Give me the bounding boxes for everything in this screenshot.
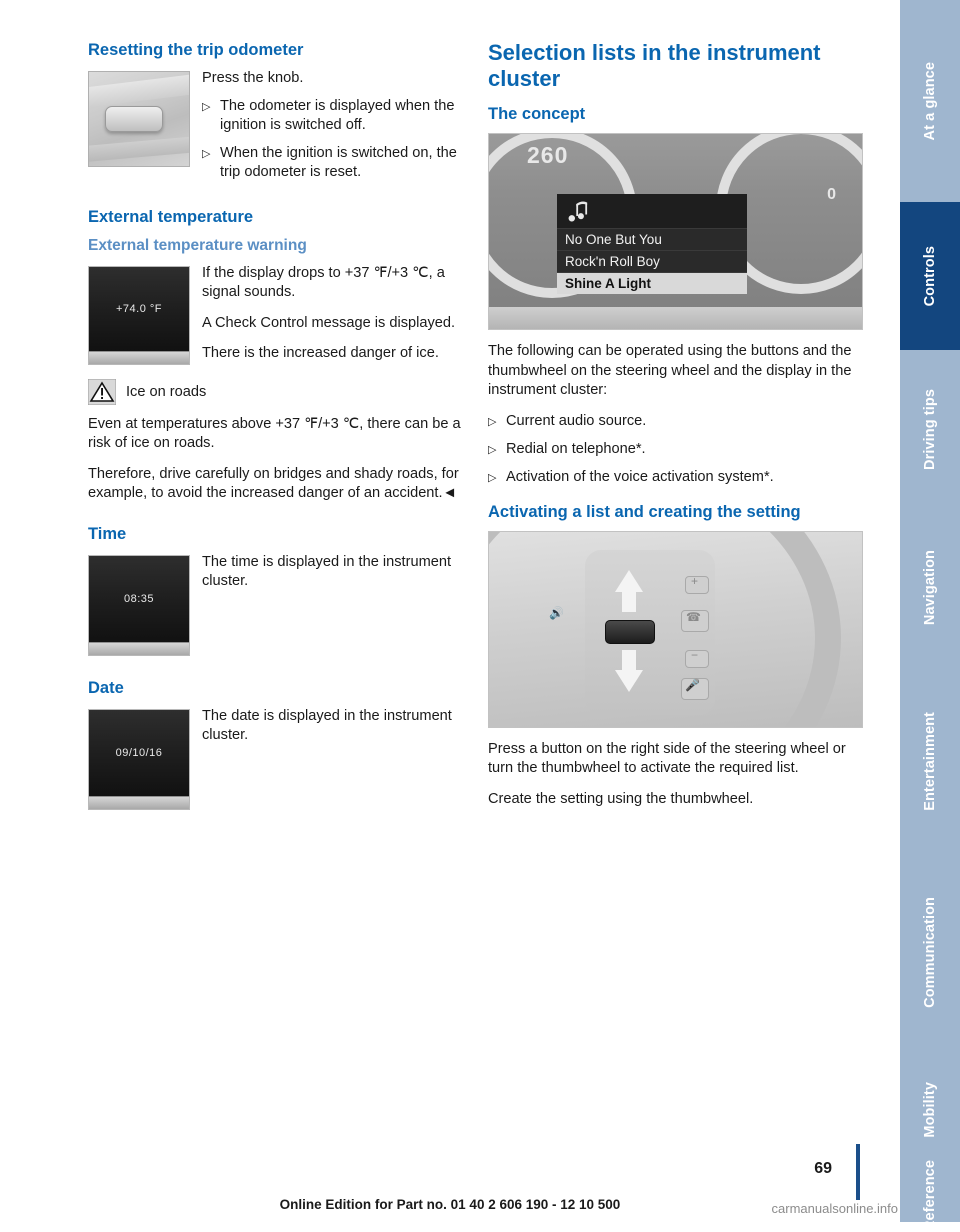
tab-communication[interactable]: Communication bbox=[900, 854, 960, 1050]
time-block: 08:35 The time is displayed in the instr… bbox=[88, 553, 463, 662]
scroll-down-arrow-stem bbox=[622, 649, 636, 672]
heading-date: Date bbox=[88, 678, 124, 697]
tab-label: Mobility bbox=[922, 1082, 938, 1138]
heading-the-concept: The concept bbox=[488, 105, 586, 123]
temperature-display-value: +74.0 °F bbox=[89, 266, 189, 351]
concept-bullet-2: ▷ Redial on telephone*. bbox=[488, 440, 863, 460]
triangle-bullet-icon: ▷ bbox=[488, 471, 497, 484]
reset-bullet-2-text: When the ignition is switched on, the tr… bbox=[220, 144, 457, 181]
watermark: carmanualsonline.info bbox=[771, 1201, 898, 1216]
display-base bbox=[89, 641, 189, 655]
audio-selection-list: No One But You Rock'n Roll Boy Shine A L… bbox=[557, 194, 747, 294]
left-column: Resetting the trip odometer Press the kn… bbox=[88, 40, 463, 816]
date-display: 09/10/16 bbox=[88, 708, 190, 810]
concept-bullet-1: ▷ Current audio source. bbox=[488, 412, 863, 432]
tab-reference[interactable]: Reference bbox=[900, 1160, 960, 1232]
speed-value: 260 bbox=[527, 142, 569, 168]
phone-icon: ☎ bbox=[686, 609, 701, 624]
date-display-value: 09/10/16 bbox=[89, 709, 189, 796]
thumbwheel bbox=[605, 619, 655, 644]
temperature-display: +74.0 °F bbox=[88, 265, 190, 365]
tab-entertainment[interactable]: Entertainment bbox=[900, 668, 960, 854]
concept-bullet-2-text: Redial on telephone*. bbox=[506, 440, 646, 457]
triangle-bullet-icon: ▷ bbox=[488, 415, 497, 428]
page-edge-marker bbox=[856, 1144, 860, 1200]
steering-wheel-image: + − ☎ 🎤 🔊 bbox=[489, 531, 862, 727]
activating-paragraph-1: Press a button on the right side of the … bbox=[488, 740, 846, 777]
scroll-up-arrow-icon bbox=[615, 569, 643, 592]
knob-shadow bbox=[89, 133, 189, 163]
heading-selection-lists: Selection lists in the instrument cluste… bbox=[488, 40, 821, 91]
list-item: No One But You bbox=[557, 228, 747, 250]
list-item-selected: Shine A Light bbox=[557, 272, 747, 294]
audio-source-icon bbox=[557, 194, 747, 228]
page-number: 69 bbox=[814, 1160, 832, 1177]
heading-external-temperature-warning: External temperature warning bbox=[88, 236, 307, 254]
tab-navigation[interactable]: Navigation bbox=[900, 508, 960, 668]
triangle-bullet-icon: ▷ bbox=[202, 147, 211, 160]
tab-label: Controls bbox=[922, 245, 938, 307]
tab-label: Navigation bbox=[922, 550, 938, 626]
tab-label: Communication bbox=[922, 896, 938, 1008]
scroll-up-arrow-stem bbox=[622, 589, 636, 612]
reset-bullet-1: ▷ The odometer is displayed when the ign… bbox=[202, 97, 463, 136]
reset-bullet-2: ▷ When the ignition is switched on, the … bbox=[202, 144, 463, 183]
concept-bullet-3-text: Activation of the voice activation syste… bbox=[506, 468, 774, 485]
tab-controls[interactable]: Controls bbox=[900, 202, 960, 350]
tab-label: Reference bbox=[922, 1160, 938, 1232]
date-block: 09/10/16 The date is displayed in the in… bbox=[88, 707, 463, 816]
display-base bbox=[89, 795, 189, 809]
heading-activating-list: Activating a list and creating the setti… bbox=[488, 502, 801, 521]
date-display-figure: 09/10/16 bbox=[88, 708, 190, 810]
edition-line: Online Edition for Part no. 01 40 2 606 … bbox=[279, 1197, 621, 1212]
warning-paragraph-1: Even at temperatures above +37 ℉/+3 ℃, t… bbox=[88, 415, 461, 452]
plus-icon: + bbox=[691, 573, 699, 588]
knob-highlight bbox=[89, 72, 189, 109]
warning-title: Ice on roads bbox=[126, 383, 207, 400]
warning-paragraph-2: Therefore, drive carefully on bridges an… bbox=[88, 465, 459, 502]
warning-block: Ice on roads bbox=[88, 378, 463, 405]
concept-paragraph: The following can be operated using the … bbox=[488, 343, 852, 398]
minus-icon: − bbox=[691, 647, 699, 662]
tab-label: Entertainment bbox=[922, 711, 938, 811]
heading-time: Time bbox=[88, 524, 127, 543]
knob-image bbox=[88, 71, 190, 167]
list-item: Rock'n Roll Boy bbox=[557, 250, 747, 272]
activating-paragraph-2: Create the setting using the thumbwheel. bbox=[488, 790, 754, 807]
section-tab-rail: At a glance Controls Driving tips Naviga… bbox=[900, 0, 960, 1232]
horn-icon: 🔊 bbox=[549, 605, 564, 620]
tab-label: At a glance bbox=[922, 61, 938, 141]
time-display-value: 08:35 bbox=[89, 555, 189, 642]
right-column: Selection lists in the instrument cluste… bbox=[488, 40, 863, 820]
concept-bullet-1-text: Current audio source. bbox=[506, 412, 647, 429]
display-base bbox=[89, 350, 189, 364]
tab-mobility[interactable]: Mobility bbox=[900, 1050, 960, 1170]
external-temp-block: +74.0 °F If the display drops to +37 ℉/+… bbox=[88, 264, 463, 375]
rpm-value: 0 bbox=[827, 186, 836, 203]
manual-page: At a glance Controls Driving tips Naviga… bbox=[0, 0, 960, 1232]
time-display-figure: 08:35 bbox=[88, 554, 190, 656]
concept-bullet-3: ▷ Activation of the voice activation sys… bbox=[488, 468, 863, 488]
heading-external-temperature: External temperature bbox=[88, 207, 254, 226]
triangle-bullet-icon: ▷ bbox=[488, 443, 497, 456]
triangle-bullet-icon: ▷ bbox=[202, 100, 211, 113]
reset-bullet-1-text: The odometer is displayed when the ignit… bbox=[220, 97, 455, 134]
warning-triangle-icon bbox=[88, 378, 118, 405]
reset-odometer-block: Press the knob. ▷ The odometer is displa… bbox=[88, 69, 463, 191]
tab-label: Driving tips bbox=[922, 388, 938, 470]
scroll-down-arrow-icon bbox=[615, 669, 643, 692]
time-display: 08:35 bbox=[88, 554, 190, 656]
knob-button bbox=[105, 106, 163, 132]
instrument-cluster-image: 260 0 No One But You Rock'n Roll Boy Shi… bbox=[489, 134, 862, 329]
cluster-base-strip bbox=[489, 307, 862, 329]
trip-odometer-knob-photo bbox=[88, 71, 190, 167]
voice-icon: 🎤 bbox=[685, 677, 700, 692]
tab-at-a-glance[interactable]: At a glance bbox=[900, 0, 960, 202]
tab-driving-tips[interactable]: Driving tips bbox=[900, 350, 960, 508]
steering-wheel-figure: + − ☎ 🎤 🔊 bbox=[488, 530, 863, 728]
heading-resetting-trip-odometer: Resetting the trip odometer bbox=[88, 41, 304, 59]
instrument-cluster-figure: 260 0 No One But You Rock'n Roll Boy Shi… bbox=[488, 133, 863, 330]
temperature-display-figure: +74.0 °F bbox=[88, 265, 190, 365]
